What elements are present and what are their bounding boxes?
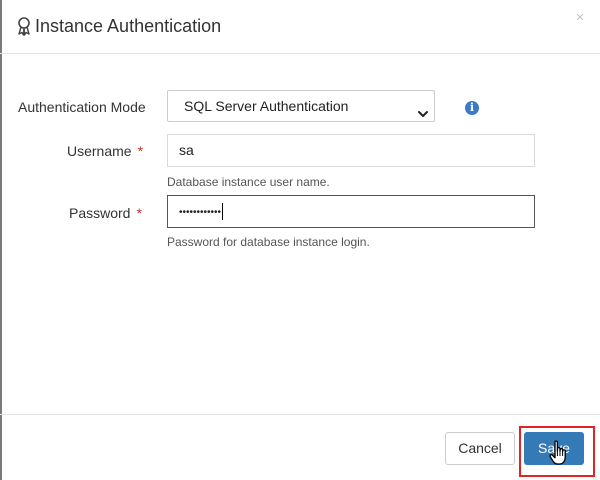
auth-mode-label: Authentication Mode	[18, 99, 146, 115]
save-button[interactable]: Save	[524, 432, 584, 465]
password-input[interactable]: ••••••••••••	[167, 195, 535, 228]
text-caret	[222, 202, 224, 220]
password-help: Password for database instance login.	[167, 235, 370, 249]
award-icon	[16, 16, 32, 36]
password-label: Password *	[69, 204, 142, 222]
username-value: sa	[179, 142, 194, 158]
dialog-left-edge	[0, 0, 2, 480]
dialog-title: Instance Authentication	[35, 16, 222, 36]
auth-mode-select[interactable]: SQL Server Authentication	[167, 90, 435, 122]
username-required-mark: *	[137, 143, 144, 159]
username-label: Username *	[67, 142, 143, 160]
username-help: Database instance user name.	[167, 175, 330, 189]
instance-authentication-dialog: Instance Authentication × Authentication…	[0, 0, 600, 480]
username-label-text: Username	[67, 143, 132, 159]
info-icon[interactable]: i	[465, 101, 479, 115]
cancel-button[interactable]: Cancel	[445, 432, 515, 465]
close-icon[interactable]: ×	[571, 9, 589, 27]
password-label-text: Password	[69, 205, 131, 221]
password-masked-value: ••••••••••••	[179, 207, 222, 218]
dialog-header: Instance Authentication ×	[0, 0, 600, 54]
auth-mode-selected-value: SQL Server Authentication	[184, 98, 349, 114]
chevron-down-icon	[417, 100, 429, 117]
password-required-mark: *	[136, 205, 142, 221]
username-input[interactable]: sa	[167, 134, 535, 167]
